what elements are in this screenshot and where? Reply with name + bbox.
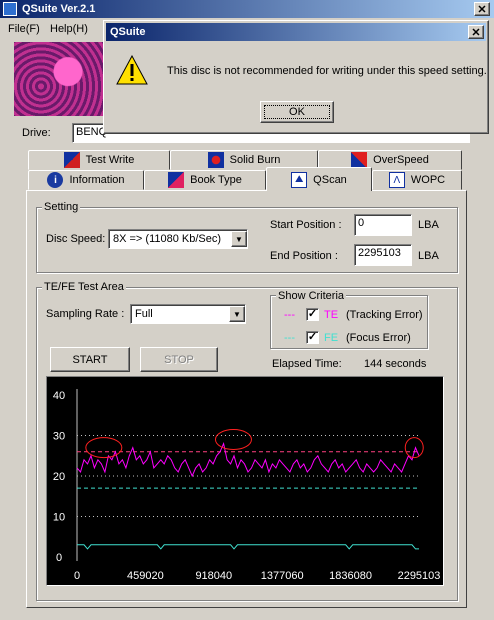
app-icon bbox=[3, 2, 17, 16]
main-title-bar[interactable]: QSuite Ver.2.1 ✕ bbox=[0, 0, 494, 18]
elapsed-time-label: Elapsed Time: bbox=[272, 358, 342, 370]
y-tick-label: 40 bbox=[53, 390, 65, 402]
ok-button[interactable]: OK bbox=[260, 101, 334, 123]
start-position-input[interactable]: 0 bbox=[354, 214, 412, 236]
sampling-rate-select[interactable]: Full ▼ bbox=[130, 304, 246, 324]
stop-button[interactable]: STOP bbox=[140, 347, 218, 372]
disc-speed-select[interactable]: 8X => (11080 Kb/Sec) ▼ bbox=[108, 229, 248, 249]
x-tick-label: 2295103 bbox=[398, 570, 441, 582]
x-tick-label: 918040 bbox=[195, 570, 232, 582]
alert-dialog: QSuite ✕ This disc is not recommended fo… bbox=[103, 20, 489, 134]
series-te-line bbox=[76, 441, 420, 478]
chevron-down-icon[interactable]: ▼ bbox=[229, 306, 245, 322]
overspeed-icon bbox=[351, 152, 368, 168]
dialog-message: This disc is not recommended for writing… bbox=[167, 65, 487, 77]
show-criteria-label: Show Criteria bbox=[276, 290, 347, 302]
series-fe-line bbox=[77, 544, 419, 550]
warning-icon bbox=[116, 55, 148, 85]
sampling-rate-label: Sampling Rate : bbox=[46, 308, 125, 320]
dialog-title-bar[interactable]: QSuite ✕ bbox=[106, 23, 486, 41]
peak-marker bbox=[85, 437, 123, 459]
elapsed-time-value: 144 seconds bbox=[364, 358, 427, 370]
te-desc: (Tracking Error) bbox=[346, 309, 423, 321]
test-write-icon bbox=[63, 152, 80, 168]
info-icon: i bbox=[47, 172, 64, 188]
tab-test-write[interactable]: Test Write bbox=[28, 150, 170, 170]
test-area-group-label: TE/FE Test Area bbox=[42, 281, 126, 293]
te-dash: --- bbox=[284, 309, 295, 321]
x-tick-label: 1836080 bbox=[329, 570, 372, 582]
te-code: TE bbox=[324, 309, 339, 321]
x-tick-label: 0 bbox=[74, 570, 80, 582]
tab-wopc[interactable]: Λ WOPC bbox=[372, 170, 462, 190]
qscan-icon: ⛰ bbox=[291, 171, 308, 188]
end-position-label: End Position : bbox=[270, 250, 338, 262]
start-button[interactable]: START bbox=[50, 347, 130, 372]
menu-file[interactable]: File(F) bbox=[8, 23, 40, 35]
y-tick-label: 20 bbox=[53, 471, 65, 483]
dialog-title: QSuite bbox=[110, 26, 146, 38]
fe-desc: (Focus Error) bbox=[346, 332, 411, 344]
fe-checkbox[interactable]: ✓ bbox=[306, 331, 319, 344]
book-type-icon bbox=[168, 172, 185, 188]
tab-qscan[interactable]: ⛰ QScan bbox=[266, 167, 372, 191]
peak-marker bbox=[214, 429, 252, 451]
window-title: QSuite Ver.2.1 bbox=[22, 3, 96, 15]
x-tick-label: 459020 bbox=[127, 570, 164, 582]
te-checkbox[interactable]: ✓ bbox=[306, 308, 319, 321]
wopc-icon: Λ bbox=[388, 172, 405, 188]
dialog-close-icon[interactable]: ✕ bbox=[468, 25, 484, 39]
drive-label: Drive: bbox=[22, 127, 51, 139]
header-image bbox=[14, 42, 104, 116]
peak-marker bbox=[404, 437, 424, 459]
menu-help[interactable]: Help(H) bbox=[50, 23, 88, 35]
close-icon[interactable]: ✕ bbox=[474, 2, 490, 16]
sampling-rate-value: Full bbox=[135, 308, 153, 320]
start-unit-label: LBA bbox=[418, 219, 439, 231]
y-tick-label: 0 bbox=[56, 552, 62, 564]
setting-group-label: Setting bbox=[42, 201, 81, 213]
chevron-down-icon[interactable]: ▼ bbox=[231, 231, 247, 247]
tab-information[interactable]: i Information bbox=[28, 170, 144, 190]
fe-dash: --- bbox=[284, 332, 295, 344]
tab-book-type[interactable]: Book Type bbox=[144, 170, 266, 190]
solid-burn-icon bbox=[207, 152, 224, 168]
fe-code: FE bbox=[324, 332, 339, 344]
x-tick-label: 1377060 bbox=[261, 570, 304, 582]
end-position-input[interactable]: 2295103 bbox=[354, 244, 412, 266]
disc-speed-label: Disc Speed: bbox=[46, 233, 106, 245]
disc-speed-value: 8X => (11080 Kb/Sec) bbox=[113, 233, 222, 245]
y-tick-label: 30 bbox=[53, 431, 65, 443]
chart-frame: 40 30 20 10 0 0 459020 918040 1377060 1836080 2295… bbox=[46, 376, 444, 586]
end-unit-label: LBA bbox=[418, 250, 439, 262]
y-tick-label: 10 bbox=[53, 512, 65, 524]
tefe-chart: 40 30 20 10 00 459020 918040 1377060 1836080 2295… bbox=[53, 389, 441, 582]
start-position-label: Start Position : bbox=[270, 219, 342, 231]
